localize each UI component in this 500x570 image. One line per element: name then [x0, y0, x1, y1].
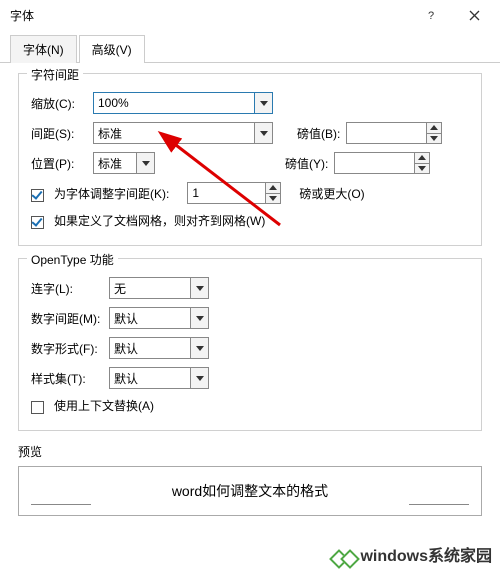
char-spacing-legend: 字符间距	[27, 66, 83, 83]
position-combo[interactable]: 标准	[93, 152, 155, 174]
spinner-down-icon[interactable]	[415, 163, 429, 174]
stylistic-value: 默认	[114, 370, 138, 387]
tab-advanced[interactable]: 高级(V)	[79, 35, 145, 63]
kerning-value: 1	[187, 182, 265, 204]
num-spacing-value: 默认	[114, 310, 138, 327]
kerning-checkbox[interactable]	[31, 189, 44, 202]
num-forms-value: 默认	[114, 340, 138, 357]
preview-line-left	[31, 504, 91, 505]
spinner-up-icon[interactable]	[427, 123, 441, 133]
snap-grid-label: 如果定义了文档网格，则对齐到网格(W)	[54, 212, 265, 229]
opentype-legend: OpenType 功能	[27, 251, 118, 268]
spacing-combo[interactable]: 标准	[93, 122, 273, 144]
position-label: 位置(P):	[31, 155, 87, 172]
spinner-up-icon[interactable]	[266, 183, 280, 193]
tab-font-label: 字体(N)	[23, 43, 64, 57]
contextual-checkbox[interactable]	[31, 401, 44, 414]
chevron-down-icon	[190, 278, 208, 298]
spinner-down-icon[interactable]	[427, 133, 441, 144]
scale-label: 缩放(C):	[31, 95, 87, 112]
preview-line-right	[409, 504, 469, 505]
spacing-points-label: 磅值(B):	[297, 125, 340, 142]
num-spacing-label: 数字间距(M):	[31, 310, 103, 327]
chevron-down-icon	[254, 93, 272, 113]
stylistic-label: 样式集(T):	[31, 370, 103, 387]
num-forms-combo[interactable]: 默认	[109, 337, 209, 359]
num-forms-label: 数字形式(F):	[31, 340, 103, 357]
snap-grid-checkbox[interactable]	[31, 216, 44, 229]
watermark: windows系统家园	[0, 530, 500, 570]
preview-legend: 预览	[18, 445, 42, 459]
spacing-label: 间距(S):	[31, 125, 87, 142]
chevron-down-icon	[254, 123, 272, 143]
chevron-down-icon	[190, 308, 208, 328]
kerning-label: 为字体调整字间距(K):	[54, 185, 169, 202]
num-spacing-combo[interactable]: 默认	[109, 307, 209, 329]
spacing-points-value	[346, 122, 426, 144]
position-points-spinner[interactable]	[334, 152, 430, 174]
preview-group: 预览 word如何调整文本的格式	[18, 443, 482, 516]
kerning-unit-label: 磅或更大(O)	[299, 185, 364, 202]
position-points-value	[334, 152, 414, 174]
ligatures-value: 无	[114, 280, 126, 297]
spacing-points-spinner[interactable]	[346, 122, 442, 144]
chevron-down-icon	[190, 368, 208, 388]
stylistic-combo[interactable]: 默认	[109, 367, 209, 389]
spinner-up-icon[interactable]	[415, 153, 429, 163]
ligatures-combo[interactable]: 无	[109, 277, 209, 299]
window-title: 字体	[10, 7, 34, 24]
opentype-group: OpenType 功能 连字(L): 无 数字间距(M): 默认 数字形式(F)…	[18, 258, 482, 431]
close-button[interactable]	[454, 4, 494, 26]
svg-text:?: ?	[428, 10, 434, 21]
preview-text: word如何调整文本的格式	[172, 481, 328, 501]
char-spacing-group: 字符间距 缩放(C): 100% 间距(S): 标准 磅值(B): 位置(P):	[18, 73, 482, 246]
help-button[interactable]: ?	[412, 4, 452, 26]
scale-value: 100%	[98, 96, 129, 110]
tab-font[interactable]: 字体(N)	[10, 35, 77, 63]
chevron-down-icon	[136, 153, 154, 173]
scale-combo[interactable]: 100%	[93, 92, 273, 114]
preview-box: word如何调整文本的格式	[18, 466, 482, 516]
watermark-logo: windows系统家园	[332, 542, 492, 566]
spacing-value: 标准	[98, 125, 122, 142]
position-value: 标准	[98, 155, 122, 172]
chevron-down-icon	[190, 338, 208, 358]
watermark-name: windows系统家园	[360, 542, 492, 566]
spinner-down-icon[interactable]	[266, 193, 280, 204]
position-points-label: 磅值(Y):	[285, 155, 328, 172]
contextual-label: 使用上下文替换(A)	[54, 397, 154, 414]
tab-advanced-label: 高级(V)	[92, 43, 132, 57]
ligatures-label: 连字(L):	[31, 280, 103, 297]
kerning-spinner[interactable]: 1	[187, 182, 281, 204]
